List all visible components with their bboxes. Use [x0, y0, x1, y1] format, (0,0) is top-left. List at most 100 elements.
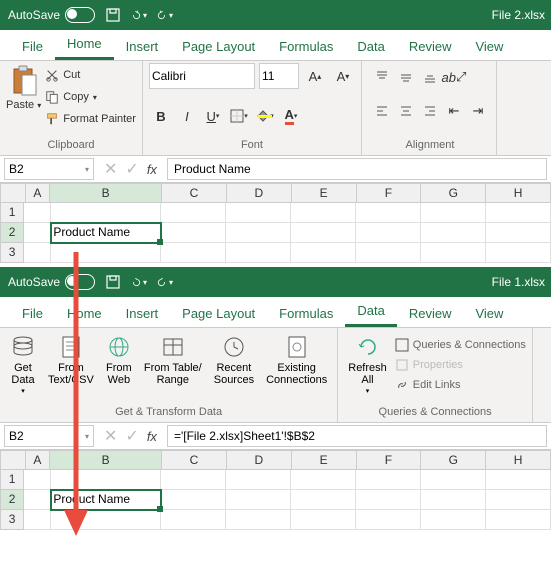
undo-icon[interactable]: ▾: [131, 274, 147, 290]
toggle-icon: [65, 7, 95, 23]
redo-icon[interactable]: ▾: [157, 274, 173, 290]
name-box[interactable]: B2▾: [4, 158, 94, 180]
align-middle-icon[interactable]: [394, 65, 418, 89]
decrease-indent-icon[interactable]: ⇤: [442, 99, 466, 123]
tab-formulas[interactable]: Formulas: [267, 33, 345, 60]
row-header[interactable]: 3: [0, 510, 24, 530]
align-right-icon[interactable]: [418, 99, 442, 123]
refresh-all-button[interactable]: Refresh All▾: [344, 332, 391, 400]
edit-links-button[interactable]: Edit Links: [395, 376, 526, 394]
col-header[interactable]: F: [357, 450, 422, 470]
tab-page-layout[interactable]: Page Layout: [170, 33, 267, 60]
paste-button[interactable]: Paste ▾: [6, 65, 41, 111]
decrease-font-icon[interactable]: A▾: [331, 64, 355, 88]
col-header[interactable]: G: [421, 183, 486, 203]
tab-view[interactable]: View: [463, 300, 515, 327]
formula-input[interactable]: Product Name: [167, 158, 547, 180]
existing-connections-button[interactable]: Existing Connections: [262, 332, 331, 388]
tab-home[interactable]: Home: [55, 30, 114, 60]
tab-page-layout[interactable]: Page Layout: [170, 300, 267, 327]
tab-file[interactable]: File: [10, 300, 55, 327]
col-header[interactable]: C: [162, 183, 227, 203]
row-header[interactable]: 3: [0, 243, 24, 263]
tab-review[interactable]: Review: [397, 300, 464, 327]
formula-input[interactable]: ='[File 2.xlsx]Sheet1'!$B$2: [167, 425, 547, 447]
tab-insert[interactable]: Insert: [114, 33, 171, 60]
borders-button[interactable]: ▾: [227, 104, 251, 128]
col-header[interactable]: H: [486, 450, 551, 470]
col-header[interactable]: G: [421, 450, 486, 470]
row-header[interactable]: 2: [0, 490, 24, 510]
col-header[interactable]: D: [227, 450, 292, 470]
tab-insert[interactable]: Insert: [114, 300, 171, 327]
bold-button[interactable]: B: [149, 104, 173, 128]
undo-icon[interactable]: ▾: [131, 7, 147, 23]
redo-icon[interactable]: ▾: [157, 7, 173, 23]
select-all-corner[interactable]: [0, 183, 26, 203]
copy-button[interactable]: Copy ▾: [45, 87, 136, 107]
col-header[interactable]: D: [227, 183, 292, 203]
col-header[interactable]: E: [292, 450, 357, 470]
format-painter-button[interactable]: Format Painter: [45, 109, 136, 129]
col-header[interactable]: B: [50, 183, 162, 203]
row-header[interactable]: 1: [0, 203, 24, 223]
recent-sources-button[interactable]: Recent Sources: [210, 332, 258, 388]
tab-home[interactable]: Home: [55, 300, 114, 327]
enter-icon[interactable]: ✓: [125, 426, 138, 446]
cancel-icon[interactable]: ✕: [104, 159, 117, 179]
queries-connections-group: Refresh All▾ Queries & Connections Prope…: [338, 328, 533, 422]
col-header[interactable]: A: [26, 450, 51, 470]
tab-data[interactable]: Data: [345, 33, 396, 60]
align-bottom-icon[interactable]: [418, 65, 442, 89]
align-top-icon[interactable]: [370, 65, 394, 89]
italic-button[interactable]: I: [175, 104, 199, 128]
tab-file[interactable]: File: [10, 33, 55, 60]
fill-color-button[interactable]: ▾: [253, 104, 277, 128]
save-icon[interactable]: [105, 274, 121, 290]
from-table-button[interactable]: From Table/ Range: [140, 332, 206, 388]
cut-button[interactable]: Cut: [45, 65, 136, 85]
save-icon[interactable]: [105, 7, 121, 23]
tab-data[interactable]: Data: [345, 297, 396, 327]
queries-connections-button[interactable]: Queries & Connections: [395, 336, 526, 354]
spreadsheet-grid[interactable]: A B C D E F G H 1 2 Product Name 3: [0, 183, 551, 263]
excel-window-bottom: AutoSave ▾ ▾ File 1.xlsx File Home Inser…: [0, 267, 551, 530]
tab-formulas[interactable]: Formulas: [267, 300, 345, 327]
row-header[interactable]: 2: [0, 223, 24, 243]
enter-icon[interactable]: ✓: [125, 159, 138, 179]
name-box[interactable]: B2▾: [4, 425, 94, 447]
col-header[interactable]: E: [292, 183, 357, 203]
fx-icon[interactable]: fx: [147, 429, 157, 444]
fx-icon[interactable]: fx: [147, 162, 157, 177]
col-header[interactable]: F: [357, 183, 422, 203]
properties-button[interactable]: Properties: [395, 356, 526, 374]
underline-button[interactable]: U▾: [201, 104, 225, 128]
cancel-icon[interactable]: ✕: [104, 426, 117, 446]
col-header[interactable]: C: [162, 450, 227, 470]
autosave-toggle[interactable]: AutoSave: [8, 274, 95, 290]
align-center-icon[interactable]: [394, 99, 418, 123]
font-color-button[interactable]: A▾: [279, 104, 303, 128]
col-header[interactable]: B: [50, 450, 162, 470]
from-web-button[interactable]: From Web: [102, 332, 136, 388]
formula-bar: B2▾ ✕ ✓ fx ='[File 2.xlsx]Sheet1'!$B$2: [0, 423, 551, 450]
autosave-toggle[interactable]: AutoSave: [8, 7, 95, 23]
align-left-icon[interactable]: [370, 99, 394, 123]
tab-view[interactable]: View: [463, 33, 515, 60]
orientation-icon[interactable]: ab⤢: [442, 65, 466, 89]
increase-font-icon[interactable]: A▴: [303, 64, 327, 88]
col-header[interactable]: H: [486, 183, 551, 203]
select-all-corner[interactable]: [0, 450, 26, 470]
cell-b2[interactable]: Product Name: [51, 223, 160, 243]
col-header[interactable]: A: [26, 183, 51, 203]
tab-review[interactable]: Review: [397, 33, 464, 60]
cell-b2[interactable]: Product Name: [51, 490, 160, 510]
spreadsheet-grid[interactable]: A B C D E F G H 1 2 Product Name 3: [0, 450, 551, 530]
font-name-combo[interactable]: [149, 63, 255, 89]
row-header[interactable]: 1: [0, 470, 24, 490]
get-data-button[interactable]: Get Data▾: [6, 332, 40, 400]
font-size-combo[interactable]: [259, 63, 299, 89]
from-csv-button[interactable]: From Text/CSV: [44, 332, 98, 388]
ribbon-tabs: File Home Insert Page Layout Formulas Da…: [0, 297, 551, 328]
increase-indent-icon[interactable]: ⇥: [466, 99, 490, 123]
